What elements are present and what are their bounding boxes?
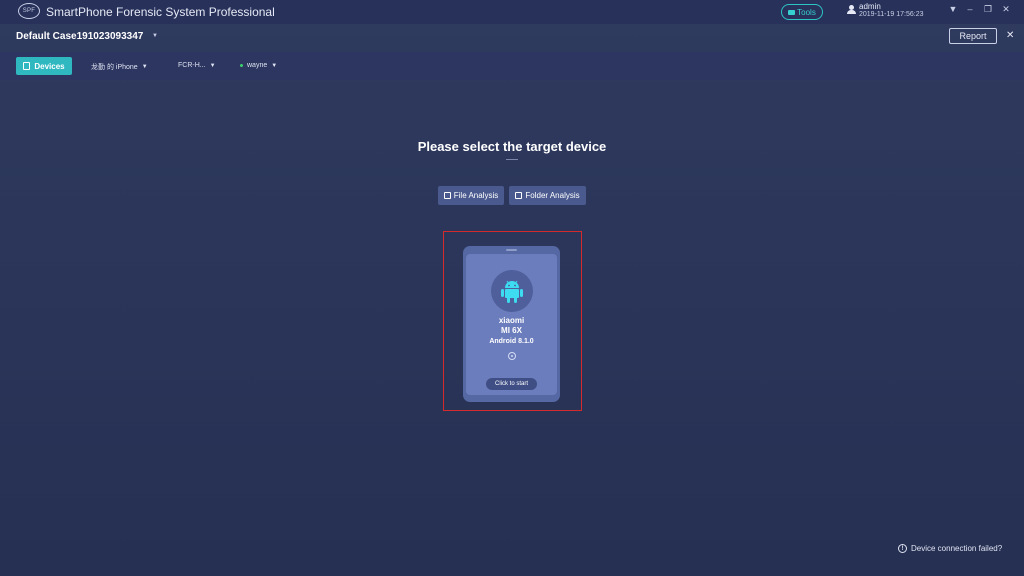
device-model: MI 6X [501,326,522,335]
login-time: 2019-11-19 17:56:23 [859,11,924,18]
connection-help-link[interactable]: ! Device connection failed? [898,544,1002,553]
device-brand: xiaomi [498,316,525,325]
report-button[interactable]: Report [949,28,997,44]
android-robot-icon [501,280,523,303]
chevron-down-icon: ▼ [141,64,148,70]
tools-button[interactable]: Tools [781,4,823,20]
device-dropdown-label: 龙勤 的 iPhone [91,64,138,71]
device-dropdown-iphone[interactable]: 龙勤 的 iPhone ▼ [91,62,148,72]
folder-analysis-label: Folder Analysis [525,191,580,200]
restore-button[interactable]: ❐ [982,4,994,15]
device-dropdown-fcr[interactable]: FCR-H... ▼ [178,62,216,69]
chevron-down-icon: ▼ [271,62,278,69]
folder-icon [515,192,523,199]
file-icon [443,192,451,199]
menu-dropdown-icon[interactable]: ▼ [947,4,959,14]
devices-icon [23,62,31,70]
device-os: Android 8.1.0 [489,338,534,345]
tools-label: Tools [797,7,816,17]
window-close-button[interactable]: ✕ [1000,4,1012,15]
app-logo-text: SPF [22,8,36,14]
title-bar: SPF SmartPhone Forensic System Professio… [0,0,1024,24]
device-dropdown-label: FCR-H... [178,62,206,69]
click-to-start-button[interactable]: Click to start [486,378,537,390]
user-name: admin [859,2,881,11]
file-analysis-label: File Analysis [453,191,499,200]
phone-notch [506,249,517,251]
device-toolbar [0,52,1024,80]
file-analysis-button[interactable]: File Analysis [438,186,504,205]
page-title: Please select the target device [417,139,607,154]
device-dropdown-label: wayne [247,62,268,69]
android-icon [491,270,533,312]
case-title: Default Case191023093347 [16,31,144,42]
case-dropdown-icon[interactable]: ▼ [152,33,158,39]
connected-status-icon [240,64,243,67]
devices-label: Devices [34,61,65,71]
app-title: SmartPhone Forensic System Professional [46,5,275,19]
case-close-button[interactable]: ✕ [1006,30,1014,41]
device-dropdown-wayne[interactable]: wayne ▼ [240,62,277,69]
title-underline [506,159,518,160]
devices-button[interactable]: Devices [16,57,72,75]
minimize-button[interactable]: – [964,4,976,14]
toolbox-icon [788,9,796,15]
user-icon [847,5,856,15]
chevron-down-icon: ▼ [209,62,216,69]
folder-analysis-button[interactable]: Folder Analysis [509,186,586,205]
settings-icon[interactable] [508,352,516,360]
connection-failed-label: Device connection failed? [911,544,1003,553]
info-icon: ! [898,544,907,553]
app-logo: SPF [18,3,40,19]
